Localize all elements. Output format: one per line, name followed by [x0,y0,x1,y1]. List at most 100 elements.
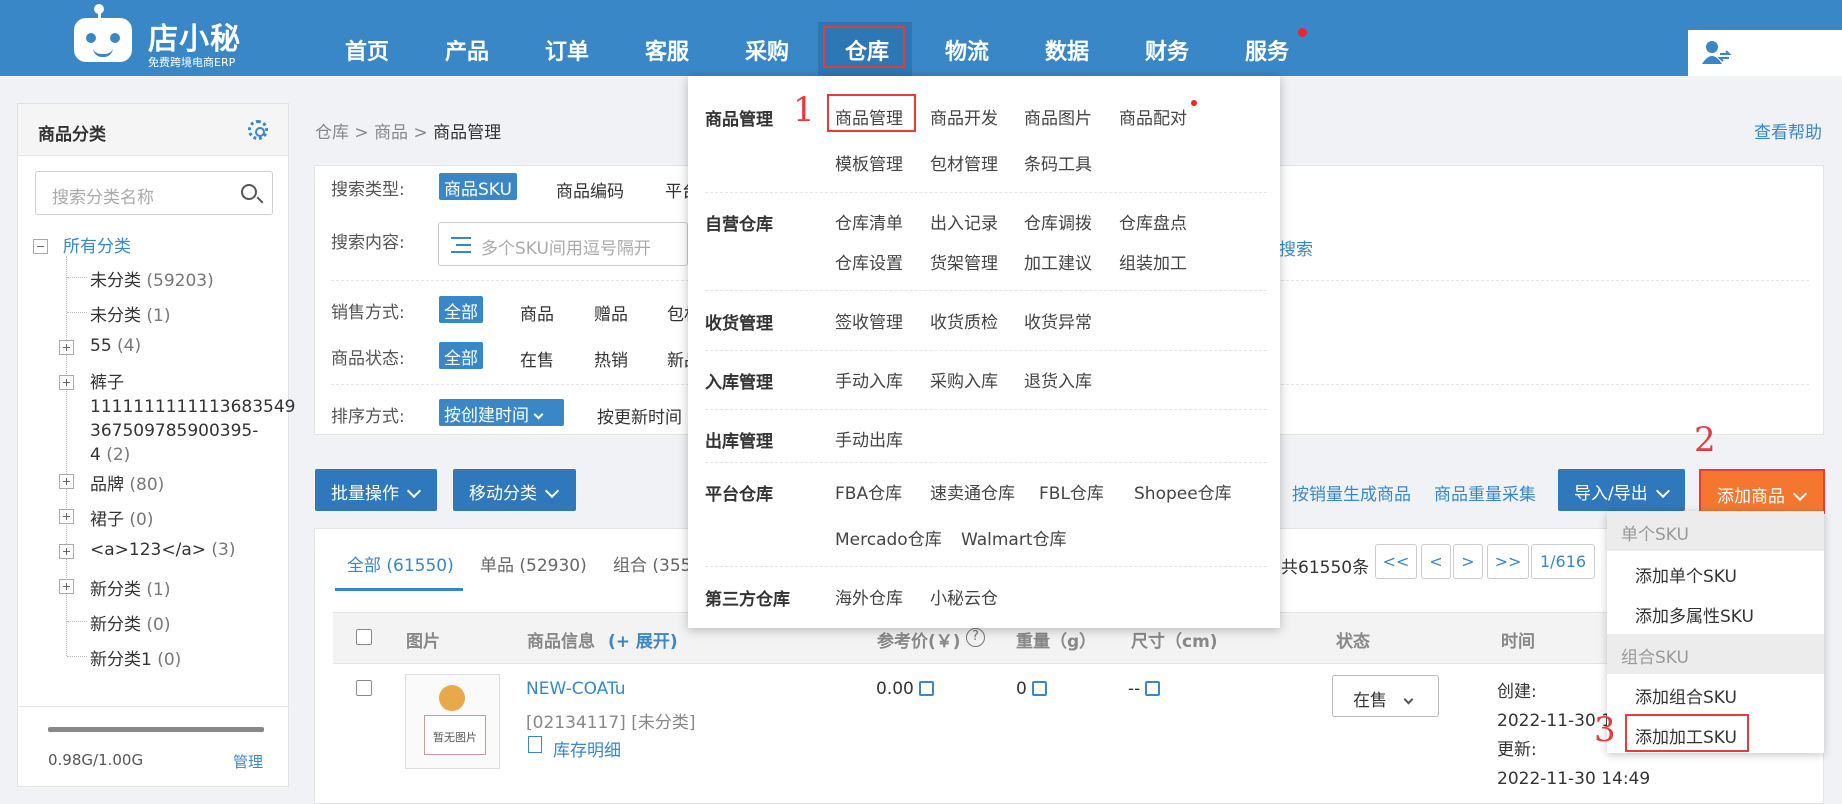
import-export-button[interactable]: 导入/导出 [1558,469,1685,511]
menu-warehouse-list[interactable]: 仓库清单 [835,209,903,234]
batch-actions-button[interactable]: 批量操作 [315,469,437,511]
nav-products[interactable]: 产品 [445,34,489,66]
category-search-input[interactable]: 搜索分类名称 [35,171,273,215]
generate-by-sales-link[interactable]: 按销量生成商品 [1292,480,1411,505]
search-icon[interactable] [241,184,257,200]
nav-orders[interactable]: 订单 [545,34,589,66]
breadcrumb-warehouse[interactable]: 仓库 [315,123,349,143]
menu-walmart[interactable]: Walmart仓库 [961,525,1067,550]
sale-all[interactable]: 全部 [439,296,483,323]
nav-logistics[interactable]: 物流 [945,34,989,66]
tree-item[interactable]: 裙子 (0) [90,505,154,530]
menu-product-dev[interactable]: 商品开发 [930,104,998,129]
nav-home[interactable]: 首页 [345,34,389,66]
tree-item[interactable]: 新分类 (1) [90,575,171,600]
tab-single[interactable]: 单品 (52930) [480,551,587,576]
page-last[interactable]: >> [1487,544,1529,579]
user-area[interactable] [1688,30,1842,76]
menu-manual-inbound[interactable]: 手动入库 [835,367,903,392]
stock-detail-link[interactable]: 库存明细 [553,736,621,761]
page-first[interactable]: << [1375,544,1417,579]
menu-assembly[interactable]: 组装加工 [1119,249,1187,274]
menu-manual-outbound[interactable]: 手动出库 [835,426,903,451]
tree-item[interactable]: 55 (4) [90,336,141,356]
menu-sign-in[interactable]: 签收管理 [835,308,903,333]
search-link[interactable]: 搜索 [1279,235,1313,260]
add-combo-sku[interactable]: 添加组合SKU [1635,683,1737,708]
product-name-link[interactable]: NEW-COATu [526,679,626,699]
menu-processing-advice[interactable]: 加工建议 [1024,249,1092,274]
tree-root[interactable]: 所有分类 [63,232,131,257]
menu-packaging[interactable]: 包材管理 [930,150,998,175]
expand-icon[interactable] [59,579,74,594]
page-next[interactable]: > [1453,544,1483,579]
collapse-icon[interactable] [33,239,48,254]
menu-product-pairing[interactable]: 商品配对 [1119,104,1187,129]
select-all-checkbox[interactable] [356,629,372,645]
menu-receiving-exception[interactable]: 收货异常 [1024,308,1092,333]
menu-cloud-warehouse[interactable]: 小秘云仓 [930,584,998,609]
nav-service[interactable]: 客服 [645,34,689,66]
menu-return-inbound[interactable]: 退货入库 [1024,367,1092,392]
menu-overseas[interactable]: 海外仓库 [835,584,903,609]
expand-icon[interactable] [59,544,74,559]
add-single-sku[interactable]: 添加单个SKU [1635,562,1737,587]
edit-icon[interactable] [1031,681,1047,696]
sale-product[interactable]: 商品 [520,300,554,325]
help-icon[interactable]: ? [966,628,985,647]
nav-purchase[interactable]: 采购 [745,34,789,66]
tree-item[interactable]: <a>123</a> (3) [90,540,236,560]
menu-barcode[interactable]: 条码工具 [1024,150,1092,175]
page-indicator[interactable]: 1/616 [1531,544,1595,579]
menu-templates[interactable]: 模板管理 [835,150,903,175]
row-checkbox[interactable] [356,680,372,696]
tree-item[interactable]: 未分类 (1) [90,301,171,326]
product-image[interactable]: 暂无图片 [405,674,500,769]
help-link[interactable]: 查看帮助 [1754,118,1822,143]
sort-by-updated[interactable]: 按更新时间 [597,403,682,428]
menu-product-images[interactable]: 商品图片 [1024,104,1092,129]
menu-warehouse-settings[interactable]: 仓库设置 [835,249,903,274]
tab-all[interactable]: 全部 (61550) [347,551,454,576]
status-hot[interactable]: 热销 [594,346,628,371]
search-type-code[interactable]: 商品编码 [556,177,624,202]
sku-search-input[interactable]: 多个SKU间用逗号隔开 [438,222,688,266]
edit-icon[interactable] [1145,681,1161,696]
logo[interactable]: 店小秘 免费跨境电商ERP [74,4,244,69]
weight-collect-link[interactable]: 商品重量采集 [1434,480,1536,505]
add-multi-sku[interactable]: 添加多属性SKU [1635,602,1754,627]
tree-item[interactable]: 新分类 (0) [90,610,171,635]
menu-mercado[interactable]: Mercado仓库 [835,525,942,550]
menu-shelf-mgmt[interactable]: 货架管理 [930,249,998,274]
menu-io-records[interactable]: 出入记录 [930,209,998,234]
add-product-button[interactable]: 添加商品 [1699,469,1825,514]
tree-item[interactable]: 裤子 1111111111113683549 367509785900395- … [90,371,296,467]
sale-gift[interactable]: 赠品 [594,300,628,325]
tree-item[interactable]: 未分类 (59203) [90,266,214,291]
storage-manage-link[interactable]: 管理 [233,751,263,772]
nav-finance[interactable]: 财务 [1145,34,1189,66]
sort-by-created[interactable]: 按创建时间 [439,399,564,426]
status-on-sale[interactable]: 在售 [520,346,554,371]
status-select[interactable]: 在售 [1332,675,1439,717]
menu-shopee[interactable]: Shopee仓库 [1134,479,1232,504]
tree-item[interactable]: 新分类1 (0) [90,645,181,670]
menu-fbl[interactable]: FBL仓库 [1039,479,1104,504]
gear-icon[interactable] [248,120,268,140]
expand-icon[interactable] [59,474,74,489]
tree-item[interactable]: 品牌 (80) [90,470,164,495]
menu-transfer[interactable]: 仓库调拨 [1024,209,1092,234]
expand-link[interactable]: (+ 展开) [608,627,678,652]
menu-stocktake[interactable]: 仓库盘点 [1119,209,1187,234]
menu-qc[interactable]: 收货质检 [930,308,998,333]
menu-purchase-inbound[interactable]: 采购入库 [930,367,998,392]
nav-services[interactable]: 服务 [1245,34,1289,66]
menu-aliexpress[interactable]: 速卖通仓库 [930,479,1015,504]
edit-icon[interactable] [918,681,934,696]
move-category-button[interactable]: 移动分类 [453,469,576,511]
status-all[interactable]: 全部 [439,342,483,369]
nav-data[interactable]: 数据 [1045,34,1089,66]
menu-fba[interactable]: FBA仓库 [835,479,902,504]
page-prev[interactable]: < [1421,544,1451,579]
breadcrumb-products[interactable]: 商品 [374,123,408,143]
